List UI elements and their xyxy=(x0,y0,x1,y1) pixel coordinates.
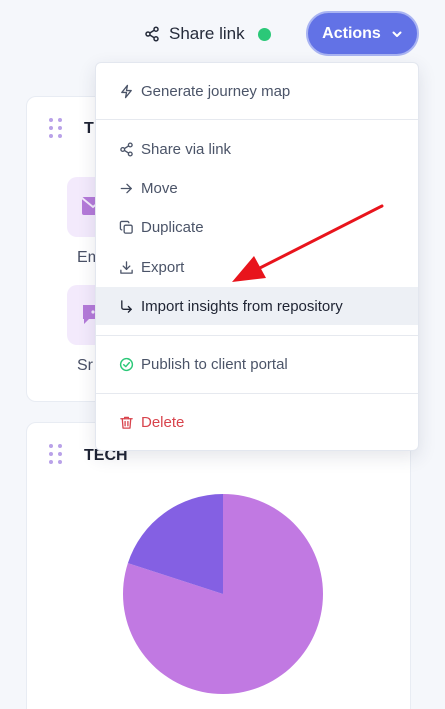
lightning-icon xyxy=(121,84,132,98)
menu-item-publish-client-portal[interactable]: Publish to client portal xyxy=(96,345,418,383)
tile-label: Sr xyxy=(77,357,93,374)
drag-handle-icon[interactable] xyxy=(49,444,63,466)
menu-divider xyxy=(96,335,418,336)
menu-item-move[interactable]: Move xyxy=(96,169,418,207)
share-nodes-icon xyxy=(145,26,159,42)
status-dot xyxy=(257,27,271,41)
menu-item-label: Share via link xyxy=(141,140,232,158)
menu-divider xyxy=(96,119,418,120)
share-link-button[interactable]: Share link xyxy=(144,18,271,50)
menu-item-generate-journey-map[interactable]: Generate journey map xyxy=(96,72,418,110)
actions-menu: Generate journey map Share via link Move… xyxy=(95,62,419,451)
actions-label: Actions xyxy=(322,24,381,42)
menu-item-share-via-link[interactable]: Share via link xyxy=(96,130,418,168)
check-circle-icon xyxy=(119,357,134,371)
menu-item-import-insights[interactable]: Import insights from repository xyxy=(96,287,418,325)
menu-item-label: Import insights from repository xyxy=(141,297,343,315)
menu-item-delete[interactable]: Delete xyxy=(96,403,418,441)
share-nodes-icon xyxy=(120,141,133,157)
trash-icon xyxy=(120,416,133,429)
menu-item-label: Delete xyxy=(141,413,185,431)
arrow-right-icon xyxy=(120,183,132,193)
menu-item-label: Duplicate xyxy=(141,218,204,236)
drag-handle-icon[interactable] xyxy=(49,118,63,140)
corner-down-right-icon xyxy=(121,299,132,313)
actions-button[interactable]: Actions xyxy=(306,11,419,56)
menu-item-label: Generate journey map xyxy=(141,82,291,100)
download-icon xyxy=(120,260,133,274)
menu-item-label: Move xyxy=(141,179,178,197)
menu-item-duplicate[interactable]: Duplicate xyxy=(96,208,418,246)
widget-card: TECH xyxy=(26,422,411,709)
chevron-down-icon xyxy=(392,31,402,37)
pie-chart xyxy=(122,494,323,694)
menu-item-label: Publish to client portal xyxy=(141,355,288,373)
menu-item-export[interactable]: Export xyxy=(96,248,418,286)
share-link-label: Share link xyxy=(169,24,245,43)
menu-divider xyxy=(96,393,418,394)
card-title: T xyxy=(84,120,94,137)
menu-item-label: Export xyxy=(141,258,185,276)
duplicate-icon xyxy=(119,220,133,234)
